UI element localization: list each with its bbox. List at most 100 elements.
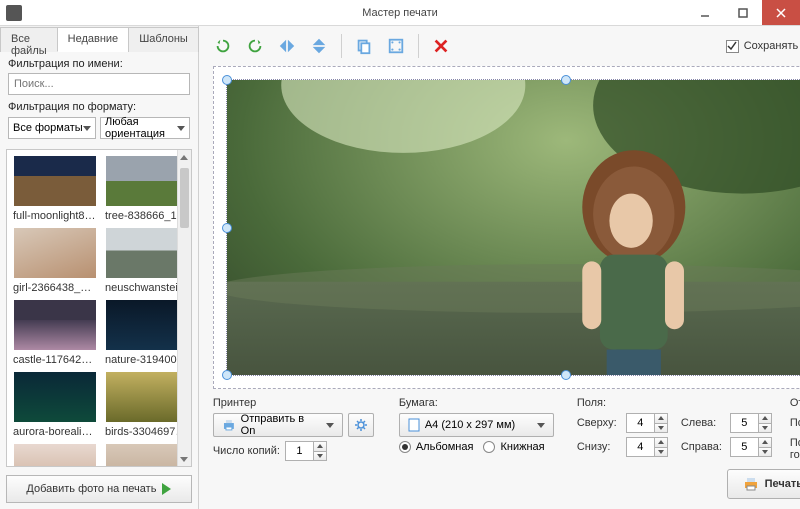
thumbnail-scrollbar[interactable] (177, 150, 191, 466)
thumbnail-caption: girl-2366438_192... (13, 282, 97, 294)
thumbnail-caption: birds-3304697_19... (105, 426, 177, 438)
tab-templates[interactable]: Шаблоны (128, 27, 199, 52)
thumbnail-image (106, 300, 177, 350)
flip-vertical-button[interactable] (305, 32, 333, 60)
chevron-down-icon (177, 126, 185, 131)
separator (341, 34, 342, 58)
printer-select[interactable]: Отправить в On (213, 413, 343, 437)
resize-handle[interactable] (222, 223, 232, 233)
orientation-portrait[interactable]: Книжная (483, 441, 544, 453)
thumbnail-item[interactable]: full-moonlight8-14... (13, 156, 97, 222)
fit-button[interactable] (382, 32, 410, 60)
resize-handle[interactable] (222, 75, 232, 85)
print-settings: Принтер Отправить в On Число копий: Бу (199, 389, 800, 465)
rotate-left-button[interactable] (209, 32, 237, 60)
thumbnail-caption: aurora-borealis-1... (13, 426, 97, 438)
source-tabs: Все файлы Недавние Шаблоны (0, 26, 198, 52)
filter-format-label: Фильтрация по формату: (8, 101, 190, 113)
copies-label: Число копий: (213, 445, 280, 457)
right-panel: Сохранять пропорции фотографий (199, 26, 800, 509)
chevron-down-icon (326, 423, 334, 428)
thumbnail-caption: neuschwanstein-5... (105, 282, 177, 294)
copies-spinner[interactable] (285, 441, 327, 461)
thumbnail-item[interactable]: aurora-borealis-1... (13, 372, 97, 438)
gear-icon (354, 418, 368, 432)
thumbnail-image (14, 372, 96, 422)
flip-horizontal-button[interactable] (273, 32, 301, 60)
window-title: Мастер печати (0, 7, 800, 19)
scroll-up-button[interactable] (178, 150, 191, 164)
scroll-thumb[interactable] (180, 168, 189, 228)
tab-recent[interactable]: Недавние (57, 27, 130, 52)
gap-horiz-label: По горизонтали: (790, 437, 800, 461)
separator (418, 34, 419, 58)
page-icon (408, 418, 420, 432)
left-panel: Все файлы Недавние Шаблоны Фильтрация по… (0, 26, 199, 509)
chevron-down-icon (537, 423, 545, 428)
paper-select[interactable]: A4 (210 x 297 мм) (399, 413, 554, 437)
thumbnail-image (14, 228, 96, 278)
gap-vert-label: По вертикали: (790, 417, 800, 429)
photo-frame[interactable] (226, 79, 800, 376)
thumbnail-item[interactable]: birds-3304697_19... (105, 372, 177, 438)
paper-label: Бумага: (399, 397, 559, 409)
margin-right-spinner[interactable] (730, 437, 772, 457)
orientation-select[interactable]: Любая ориентация (100, 117, 190, 139)
margins-label: Поля: (577, 397, 772, 409)
printer-label: Принтер (213, 397, 381, 409)
scroll-down-button[interactable] (178, 452, 191, 466)
keep-ratio-checkbox[interactable]: Сохранять пропорции фотографий (726, 40, 800, 53)
tab-all-files[interactable]: Все файлы (0, 27, 58, 52)
thumbnail-item[interactable]: nature-3194001_... (105, 300, 177, 366)
filter-name-label: Фильтрация по имени: (8, 58, 190, 70)
copy-button[interactable] (350, 32, 378, 60)
titlebar: Мастер печати (0, 0, 800, 26)
thumbnail-panel: full-moonlight8-14... tree-838666_128...g… (6, 149, 192, 467)
thumbnail-item[interactable]: castle-1176423_1... (13, 300, 97, 366)
footer: Печать Отмена (199, 465, 800, 509)
margin-top-label: Сверху: (577, 417, 621, 429)
thumbnail-caption: tree-838666_128... (105, 210, 177, 222)
margin-left-label: Слева: (681, 417, 725, 429)
arrow-right-icon (162, 483, 171, 495)
thumbnail-item[interactable]: tree-838666_128... (105, 156, 177, 222)
printer-icon (222, 418, 236, 432)
gaps-label: Отступы: (790, 397, 800, 409)
add-photo-button[interactable]: Добавить фото на печать (6, 475, 192, 503)
printer-icon (743, 476, 759, 492)
thumbnail-caption: nature-3194001_... (105, 354, 177, 366)
thumbnail-image (106, 228, 177, 278)
photo-preview (227, 80, 800, 375)
close-button[interactable] (762, 0, 800, 25)
format-select[interactable]: Все форматы (8, 117, 96, 139)
thumbnail-item[interactable]: neuschwanstein-5... (105, 228, 177, 294)
thumbnail-image (14, 300, 96, 350)
margin-right-label: Справа: (681, 441, 725, 453)
minimize-button[interactable] (686, 0, 724, 25)
thumbnail-image (14, 444, 96, 466)
print-button[interactable]: Печать (727, 469, 800, 499)
maximize-button[interactable] (724, 0, 762, 25)
thumbnail-item[interactable] (13, 444, 97, 466)
printer-settings-button[interactable] (348, 413, 374, 437)
margin-top-spinner[interactable] (626, 413, 668, 433)
rotate-right-button[interactable] (241, 32, 269, 60)
search-input[interactable] (8, 73, 190, 95)
margin-bottom-label: Снизу: (577, 441, 621, 453)
delete-button[interactable] (427, 32, 455, 60)
thumbnail-caption: castle-1176423_1... (13, 354, 97, 366)
thumbnail-image (106, 444, 177, 466)
resize-handle[interactable] (222, 370, 232, 380)
print-canvas[interactable] (213, 66, 800, 389)
resize-handle[interactable] (561, 75, 571, 85)
resize-handle[interactable] (561, 370, 571, 380)
thumbnail-image (14, 156, 96, 206)
thumbnail-image (106, 156, 177, 206)
chevron-down-icon (83, 126, 91, 131)
margin-left-spinner[interactable] (730, 413, 772, 433)
margin-bottom-spinner[interactable] (626, 437, 668, 457)
thumbnail-caption: full-moonlight8-14... (13, 210, 97, 222)
thumbnail-item[interactable]: girl-2366438_192... (13, 228, 97, 294)
orientation-landscape[interactable]: Альбомная (399, 441, 474, 453)
thumbnail-item[interactable] (105, 444, 177, 466)
